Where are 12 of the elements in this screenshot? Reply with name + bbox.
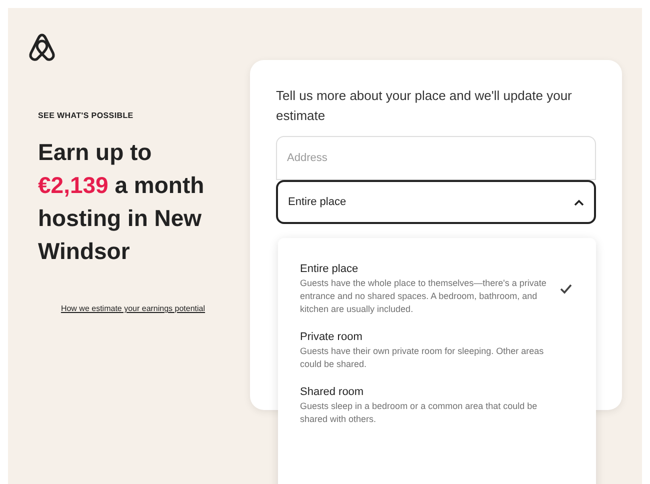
place-type-select[interactable]: Entire place bbox=[276, 180, 596, 224]
menu-option[interactable]: Shared room Guests sleep in a bedroom or a common area that could be shared with others. bbox=[300, 385, 572, 426]
headline: Earn up to €2,139 a month hosting in New Windsor bbox=[38, 138, 206, 266]
menu-option[interactable]: Entire place Guests have the whole place to themselves—there's a private entrance and no shared spaces. A bedroom, bathroom, and kitchen are usually included. bbox=[300, 262, 572, 316]
eyebrow-text: SEE WHAT'S POSSIBLE bbox=[38, 110, 134, 122]
earnings-link[interactable]: How we estimate your earnings potential bbox=[38, 302, 228, 316]
caret-icon bbox=[574, 198, 584, 206]
check-icon bbox=[560, 284, 572, 294]
logo-icon bbox=[28, 32, 56, 62]
prompt-text: Tell us more about your place and we'll update your estimate bbox=[276, 87, 573, 125]
menu-option[interactable]: Private room Guests have their own private room for sleeping. Other areas could be shared. bbox=[300, 330, 572, 371]
address-field[interactable]: Address bbox=[276, 136, 596, 180]
